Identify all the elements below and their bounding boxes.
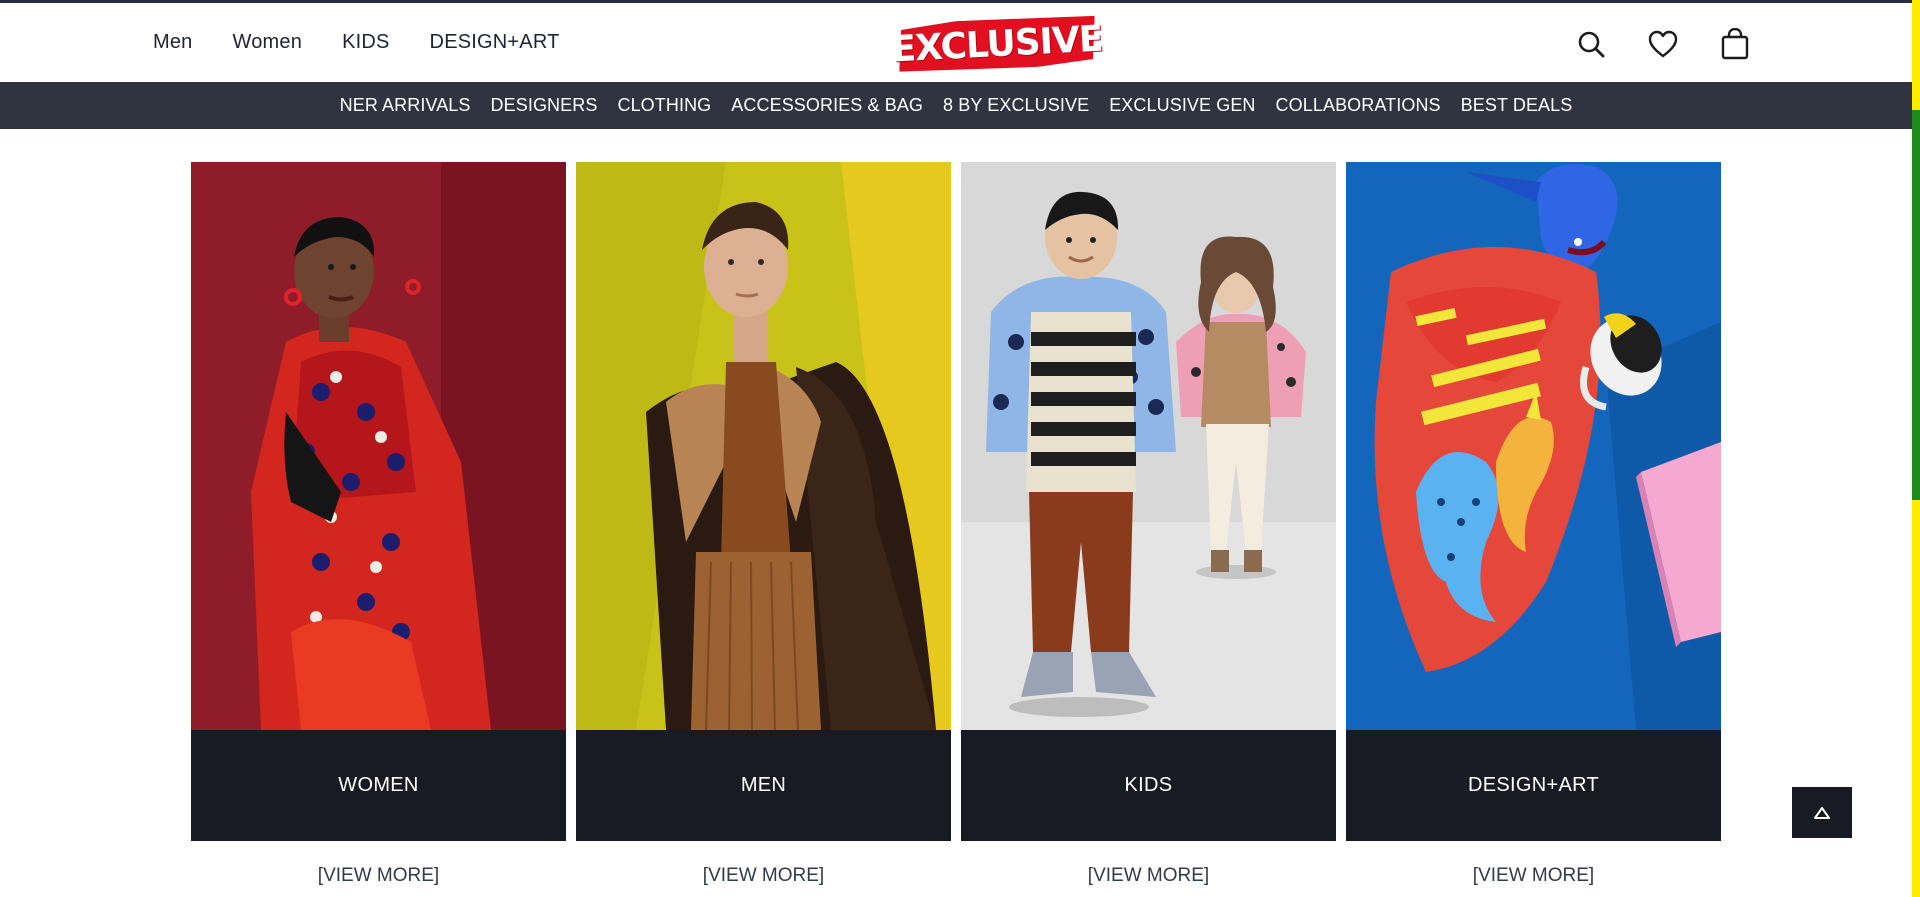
design-art-label: DESIGN+ART: [1468, 774, 1599, 796]
tile-design-art: DESIGN+ART [VIEW MORE]: [1346, 162, 1721, 887]
design-art-caption[interactable]: DESIGN+ART: [1346, 730, 1721, 841]
edge-strip-green: [1912, 110, 1920, 500]
cat-accessories-bag[interactable]: ACCESSORIES & BAG: [731, 95, 923, 116]
women-label: WOMEN: [338, 774, 419, 796]
cat-new-arrivals[interactable]: NER ARRIVALS: [340, 95, 471, 116]
men-caption[interactable]: MEN: [576, 730, 951, 841]
women-view-more-link[interactable]: [VIEW MORE]: [318, 865, 439, 887]
design-art-photo[interactable]: [1346, 162, 1721, 730]
kids-caption[interactable]: KIDS: [961, 730, 1336, 841]
edge-strip: [1912, 0, 1920, 897]
site-header: Men Women KIDS DESIGN+ART EXCLUSIVE: [0, 3, 1912, 82]
nav-design-art[interactable]: DESIGN+ART: [430, 31, 560, 54]
shopping-bag-icon[interactable]: [1718, 27, 1752, 61]
tile-kids: KIDS [VIEW MORE]: [961, 162, 1336, 887]
men-label: MEN: [740, 774, 787, 796]
design-art-view-more-link[interactable]: [VIEW MORE]: [1473, 865, 1594, 887]
exclusive-logo[interactable]: EXCLUSIVE: [890, 8, 1104, 80]
women-caption[interactable]: WOMEN: [191, 730, 566, 841]
category-bar: NER ARRIVALS DESIGNERS CLOTHING ACCESSOR…: [0, 82, 1912, 129]
cat-clothing[interactable]: CLOTHING: [617, 95, 711, 116]
tile-men: MEN [VIEW MORE]: [576, 162, 951, 887]
kids-label: KIDS: [1124, 774, 1173, 796]
tile-women: WOMEN [VIEW MORE]: [191, 162, 566, 887]
kids-photo[interactable]: [961, 162, 1336, 730]
logo-text: EXCLUSIVE: [890, 18, 1104, 70]
men-photo[interactable]: [576, 162, 951, 730]
nav-men[interactable]: Men: [153, 31, 193, 54]
header-icons: [1574, 27, 1752, 61]
nav-women[interactable]: Women: [233, 31, 303, 54]
category-tiles: WOMEN [VIEW MORE] MEN [VIEW MORE] KIDS […: [191, 162, 1721, 887]
men-view-more-link[interactable]: [VIEW MORE]: [703, 865, 824, 887]
heart-icon[interactable]: [1646, 27, 1680, 61]
cat-best-deals[interactable]: BEST DEALS: [1461, 95, 1573, 116]
main-nav: Men Women KIDS DESIGN+ART: [153, 31, 560, 54]
cat-collaborations[interactable]: COLLABORATIONS: [1276, 95, 1441, 116]
triangle-up-icon: [1814, 806, 1830, 819]
nav-kids[interactable]: KIDS: [342, 31, 389, 54]
cat-exclusive-gen[interactable]: EXCLUSIVE GEN: [1109, 95, 1255, 116]
kids-view-more-link[interactable]: [VIEW MORE]: [1088, 865, 1209, 887]
cat-8-by-exclusive[interactable]: 8 BY EXCLUSIVE: [943, 95, 1089, 116]
search-icon[interactable]: [1574, 27, 1608, 61]
cat-designers[interactable]: DESIGNERS: [491, 95, 598, 116]
women-photo[interactable]: [191, 162, 566, 730]
back-to-top-button[interactable]: [1792, 787, 1852, 838]
